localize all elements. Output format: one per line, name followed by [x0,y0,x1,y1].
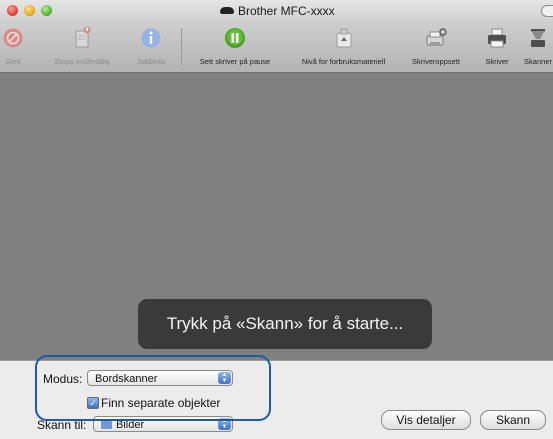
show-details-button[interactable]: Vis detaljer [381,410,471,430]
delete-icon [3,28,23,48]
toolbar: Slett Stopp midlertidig Jobbinfo Sett sk… [0,22,553,73]
close-window-button[interactable] [7,5,18,16]
window-title-text: Brother MFC-xxxx [238,4,335,18]
toolbar-label: Nivå for forbruksmateriell [301,57,386,66]
toolbar-label: Skanner [524,57,552,66]
scan-preview-area[interactable]: Trykk på «Skann» for å starte... [0,73,553,360]
toolbar-info-button[interactable]: Jobbinfo [132,22,170,72]
info-icon [141,28,161,48]
toolbar-supply-levels-button[interactable]: Nivå for forbruksmateriell [287,22,400,72]
toolbar-pause-printer-button[interactable]: Sett skriver på pause [187,22,283,72]
window-title: Brother MFC-xxxx [220,4,335,18]
toolbar-toggle-button[interactable] [541,5,553,17]
supply-levels-icon [336,28,351,48]
pictures-folder-icon [101,421,112,429]
toolbar-label: Slett [5,57,21,66]
toolbar-label: Jobbinfo [136,57,166,66]
title-bar: Brother MFC-xxxx [0,0,553,22]
zoom-window-button[interactable] [41,5,52,16]
scan-button[interactable]: Skann [480,410,546,430]
pause-icon [225,28,245,48]
scanner-icon [531,29,545,47]
toolbar-scanner-button[interactable]: Skanner [518,22,553,72]
highlight-callout [35,355,271,421]
toolbar-printer-setup-button[interactable]: Skriveroppsett [406,22,466,72]
toolbar-label: Sett skriver på pause [199,57,271,66]
printer-proxy-icon [220,7,234,14]
toolbar-hold-button[interactable]: Stopp midlertidig [36,22,128,72]
printer-icon [488,28,506,48]
scanner-window: Brother MFC-xxxx Slett Stopp midlertidig [0,0,553,439]
scan-hint-overlay: Trykk på «Skann» for å starte... [138,299,432,349]
minimize-window-button[interactable] [24,5,35,16]
toolbar-delete-button[interactable]: Slett [2,22,24,72]
toolbar-printer-button[interactable]: Skriver [479,22,515,72]
toolbar-label: Skriver [485,57,509,66]
toolbar-label: Stopp midlertidig [54,57,110,66]
printer-setup-icon [426,28,447,46]
toolbar-separator [181,28,182,66]
toolbar-label: Skriveroppsett [412,57,460,66]
hold-icon [75,26,91,48]
